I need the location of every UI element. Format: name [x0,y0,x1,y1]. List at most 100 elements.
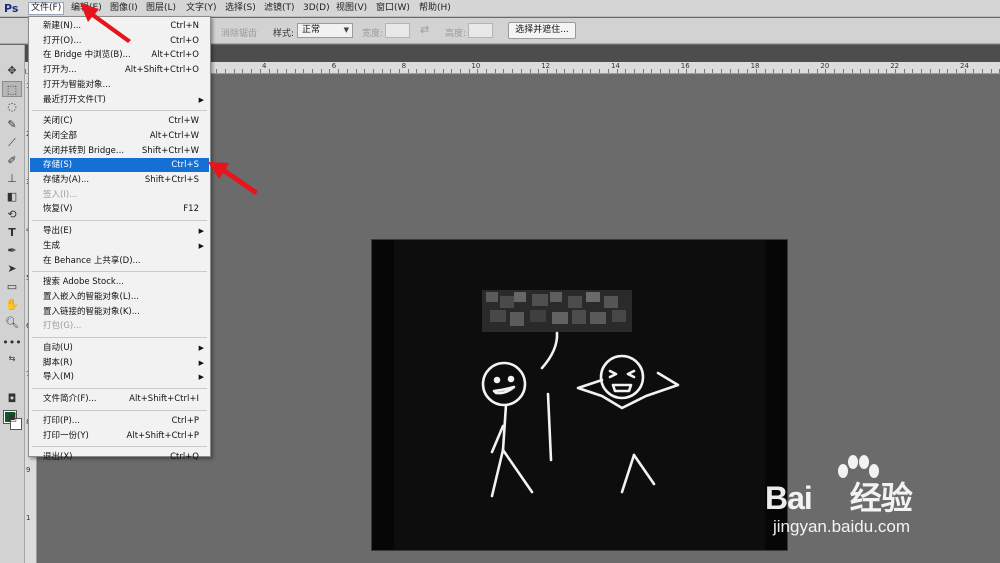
ruler-tick [582,69,583,73]
file-menu-item[interactable]: 关闭(C) Ctrl+W [30,114,209,128]
menu-item-shortcut: F12 [183,204,199,215]
menu-item-label: 自动(U) [43,343,73,353]
file-menu-item[interactable]: 导入(M) ▶ [30,370,209,384]
rectangular-marquee-tool-icon[interactable]: ⬚ [2,81,22,97]
rectangle-tool-icon[interactable]: ▭ [2,279,22,295]
file-menu-dropdown: 新建(N)... Ctrl+N 打开(O)... Ctrl+O 在 Bridge 中浏览… [28,16,211,462]
ruler-tick [390,69,391,73]
file-menu-item[interactable]: 置入链接的智能对象(K)... [30,305,209,319]
file-menu-item[interactable]: 打印(P)... Ctrl+P [30,414,209,428]
ruler-tick [625,69,626,73]
file-menu-item[interactable]: 搜索 Adobe Stock... [30,275,209,289]
file-menu-item[interactable]: 存储为(A)... Shift+Ctrl+S [30,173,209,187]
ruler-tick [495,69,496,73]
stick-figure-drawing [481,290,680,498]
select-and-mask-button[interactable]: 选择并遮住... [508,22,576,39]
menu-item-label: 签入(I)... [43,189,78,200]
swap-colors-icon[interactable]: ⇆ [2,351,22,367]
lasso-tool-icon[interactable]: ◌ [2,99,22,115]
file-menu-item[interactable]: 在 Behance 上共享(D)... [30,254,209,268]
ruler-tick [799,69,800,73]
ruler-tick [443,69,444,73]
file-menu-item[interactable]: 打开为... Alt+Shift+Ctrl+O [30,63,209,77]
history-brush-tool-icon[interactable]: ⟲ [2,207,22,223]
document-canvas[interactable] [371,239,788,551]
ruler-tick [738,69,739,73]
brush-tool-icon[interactable]: ✐ [2,153,22,169]
anti-alias-option[interactable]: 消除锯齿 [221,26,257,39]
menu-filter[interactable]: 滤镜(T) [264,2,295,15]
ruler-tick [356,69,357,73]
swap-icon[interactable]: ⇄ [420,23,429,36]
file-menu-item[interactable]: 生成 ▶ [30,239,209,253]
ruler-tick [321,69,322,73]
zoom-tool-icon[interactable]: 🔍︎ [2,315,22,331]
menu-select[interactable]: 选择(S) [225,2,256,15]
file-menu-item[interactable]: 导出(E) ▶ [30,224,209,238]
menu-item-shortcut: Ctrl+Q [170,452,199,463]
style-select-value: 正常 [302,25,321,35]
eraser-tool-icon[interactable]: ◧ [2,189,22,205]
ruler-tick [434,69,435,73]
hand-tool-icon[interactable]: ✋ [2,297,22,313]
menu-file[interactable]: 文件(F) [28,2,65,15]
file-menu-item[interactable]: 打开为智能对象... [30,78,209,92]
file-menu-item[interactable]: 脚本(R) ▶ [30,356,209,370]
eyedropper-tool-icon[interactable]: ⟋ [2,135,22,151]
menu-view[interactable]: 视图(V) [336,2,367,15]
ruler-tick [843,69,844,73]
height-input[interactable] [468,23,493,38]
file-menu-item[interactable]: 在 Bridge 中浏览(B)... Alt+Ctrl+O [30,48,209,62]
ruler-tick [573,69,574,73]
type-tool-icon[interactable]: T [2,225,22,241]
menu-help[interactable]: 帮助(H) [419,2,451,15]
ruler-tick [704,69,705,73]
ruler-tick [512,69,513,73]
ruler-tick [564,69,565,73]
file-menu-item[interactable]: 最近打开文件(T) ▶ [30,93,209,107]
path-selection-tool-icon[interactable]: ➤ [2,261,22,277]
width-input[interactable] [385,23,410,38]
ruler-tick [242,69,243,73]
clone-stamp-tool-icon[interactable]: ⊥ [2,171,22,187]
menu-type[interactable]: 文字(Y) [186,2,217,15]
ruler-tick [399,69,400,73]
file-menu-item[interactable]: 存储(S) Ctrl+S [30,158,209,173]
style-label: 样式: [273,29,295,39]
style-select[interactable]: 正常 ▼ [297,23,353,38]
ruler-tick [503,69,504,73]
ruler-tick [329,69,330,73]
screen-mode-icon[interactable]: ▣ [2,409,22,425]
menu-window[interactable]: 窗口(W) [376,2,410,15]
menu-item-shortcut: Alt+Ctrl+O [151,50,199,61]
ruler-tick [634,69,635,73]
ruler-tick [643,69,644,73]
move-tool-icon[interactable]: ✥ [2,63,22,79]
file-menu-item[interactable]: 关闭并转到 Bridge... Shift+Ctrl+W [30,144,209,158]
ruler-tick [408,69,409,73]
left-figure-head [481,361,527,407]
pen-tool-icon[interactable]: ✒ [2,243,22,259]
ruler-number: 10 [471,62,481,70]
ruler-tick [425,69,426,73]
menu-3d[interactable]: 3D(D) [303,2,330,15]
menu-item-label: 打印一份(Y) [43,430,89,441]
ruler-tick [590,69,591,73]
file-menu-item[interactable]: 置入嵌入的智能对象(L)... [30,290,209,304]
file-menu-item[interactable]: 退出(X) Ctrl+Q [30,450,209,464]
file-menu-item[interactable]: 自动(U) ▶ [30,341,209,355]
more-tools-icon[interactable]: ••• [2,335,22,351]
file-menu-item[interactable]: 文件简介(F)... Alt+Shift+Ctrl+I [30,392,209,406]
ruler-tick [225,69,226,73]
ruler-tick [765,69,766,73]
quick-mask-icon[interactable]: ◘ [2,391,22,407]
ruler-tick [686,69,687,73]
quick-selection-tool-icon[interactable]: ✎ [2,117,22,133]
file-menu-item[interactable]: 恢复(V) F12 [30,202,209,216]
file-menu-item[interactable]: 打印一份(Y) Alt+Shift+Ctrl+P [30,429,209,443]
baidu-jingyan-watermark: Bai 经验 jingyan.baidu.com [765,455,995,545]
menu-item-shortcut: Ctrl+P [171,415,199,426]
file-menu-item[interactable]: 关闭全部 Alt+Ctrl+W [30,129,209,143]
menu-layer[interactable]: 图层(L) [146,2,176,15]
menu-item-label: 打开为智能对象... [43,79,111,90]
